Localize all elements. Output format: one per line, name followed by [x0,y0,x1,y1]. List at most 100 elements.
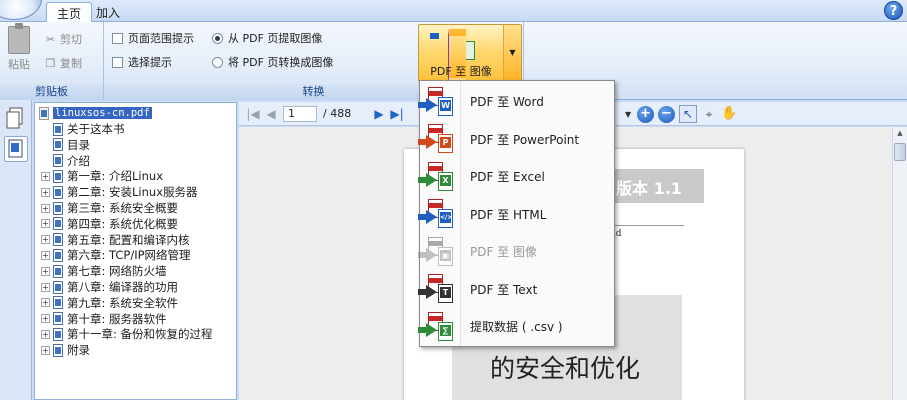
menu-item[interactable]: W PDF 至 Word [418,83,613,120]
tree-item[interactable]: + 第七章: 网络防火墙 [41,263,167,279]
expand-icon[interactable]: + [41,282,50,292]
expand-icon[interactable]: + [41,329,50,339]
scroll-up-icon[interactable]: ▲ [895,128,905,138]
menu-item-label: 提取数据 ( .csv ) [470,320,563,334]
tree-item[interactable]: + 第三章: 系统安全概要 [41,200,178,216]
extract-images-radio[interactable]: 从 PDF 页提取图像 [212,29,322,47]
bookmark-page-icon [53,217,63,231]
tree-item[interactable]: 介绍 [41,153,90,169]
help-icon[interactable]: ? [884,1,903,20]
tree-item-label: 第十一章: 备份和恢复的过程 [67,327,213,342]
vertical-scrollbar[interactable]: ▲ [892,127,907,400]
expand-icon[interactable]: + [41,203,50,213]
expand-icon[interactable]: + [41,235,50,245]
menu-item[interactable]: X PDF 至 Excel [418,158,613,195]
pdf-file-icon [39,106,49,120]
paste-button[interactable]: 粘贴 [4,23,34,78]
expand-icon[interactable]: + [41,187,50,197]
expand-icon[interactable]: + [41,266,50,276]
menu-item[interactable]: </> PDF 至 HTML [418,196,613,233]
page-number-input[interactable]: 1 [283,106,317,122]
tree-item[interactable]: + 第八章: 编译器的功用 [41,279,178,295]
last-page-icon[interactable]: ▶| [389,106,405,122]
tree-root[interactable]: linuxsos-cn.pdf [39,105,152,121]
tree-item[interactable]: + 第十章: 服务器软件 [41,311,167,327]
tree-item-label: 第一章: 介绍Linux [67,169,164,184]
cut-label: 剪切 [60,33,82,46]
clipboard-group: 粘贴 ✂ 剪切 ❐ 复制 剪贴板 [0,22,104,100]
expand-icon[interactable]: + [41,250,50,260]
hand-icon[interactable]: ✋ [721,106,737,122]
tree-item[interactable]: 关于这本书 [41,121,125,137]
tree-item[interactable]: + 第一章: 介绍Linux [41,168,163,184]
menu-item-label: PDF 至 Excel [470,170,545,184]
pdf-to-dropdown-menu: W PDF 至 Word P PDF 至 PowerPoint X PDF 至 Excel… [418,80,615,347]
page-total: / 488 [323,107,352,120]
checkbox-icon [112,56,123,68]
bookmark-page-icon [53,264,63,278]
paste-label: 粘贴 [8,58,30,71]
expand-icon[interactable]: + [41,314,50,324]
expand-icon[interactable]: + [41,298,50,308]
page-rule [604,225,684,226]
bookmark-page-icon [53,122,63,136]
expand-icon[interactable]: + [41,219,50,229]
tree-item-label: 第九章: 系统安全软件 [67,295,179,310]
pdf-to-text-icon: T [418,272,458,306]
first-page-icon[interactable]: |◀ [245,106,261,122]
snapshot-icon[interactable]: ⌖ [701,106,717,122]
tree-item-label: 第六章: TCP/IP网络管理 [67,248,191,263]
tree-item[interactable]: + 第九章: 系统安全软件 [41,295,178,311]
pdf-to-image-button[interactable]: PDF 至 图像 [419,25,503,85]
menu-item[interactable]: P PDF 至 PowerPoint [418,121,613,158]
menu-item-label: PDF 至 图像 [470,245,538,259]
select-hint-label: 选择提示 [128,56,172,69]
pages-panel-button[interactable] [4,106,28,132]
tree-item[interactable]: + 第二章: 安装Linux服务器 [41,184,198,200]
expand-icon[interactable]: + [41,171,50,181]
tree-item[interactable]: + 第六章: TCP/IP网络管理 [41,247,191,263]
bookmark-page-icon [53,343,63,357]
tree-item[interactable]: 目录 [41,137,90,153]
clipboard-icon [8,23,30,54]
bookmarks-panel-button[interactable] [4,136,28,162]
pdf-to-split-button[interactable]: PDF 至 图像 ▼ [418,24,522,85]
scrollbar-thumb[interactable] [894,143,906,161]
tree-item[interactable]: + 附录 [41,342,90,358]
menu-item[interactable]: T PDF 至 Text [418,271,613,308]
page-header-band: 文版本 1.1 [604,169,704,203]
zoom-out-icon[interactable]: − [658,105,675,123]
tree-item[interactable]: + 第四章: 系统优化概要 [41,216,178,232]
expand-icon[interactable]: + [41,345,50,355]
extract-images-label: 从 PDF 页提取图像 [228,32,323,45]
previous-page-icon[interactable]: ◀ [263,106,279,122]
tree-item-label: 关于这本书 [67,122,125,136]
tree-item[interactable]: + 第十一章: 备份和恢复的过程 [41,326,213,342]
scissors-icon: ✂ [45,32,56,46]
next-page-icon[interactable]: ▶ [371,106,387,122]
tree-item-label: 第三章: 系统安全概要 [67,201,179,215]
zoom-in-icon[interactable]: + [637,105,654,123]
menu-item[interactable]: ∑ 提取数据 ( .csv ) [418,308,613,345]
bookmark-page-icon [53,138,63,152]
zoom-dropdown-icon[interactable]: ▼ [625,110,633,119]
pdf-to-image-icon [430,29,476,85]
tree-item[interactable]: + 第五章: 配置和编译内核 [41,232,190,248]
tree-item-label: 第二章: 安装Linux服务器 [67,185,198,200]
page-range-hint-checkbox[interactable]: 页面范围提示 [112,29,194,47]
tab-add[interactable]: 加入 [86,2,130,22]
bookmark-page-icon [53,169,63,183]
cut-button[interactable]: ✂ 剪切 [44,30,82,48]
pdf-to-excel-icon: X [418,160,458,194]
menu-item-label: PDF 至 Text [470,282,538,297]
select-arrow-icon[interactable]: ↖ [679,105,697,123]
bookmark-page-icon [53,154,63,168]
application-menu-button[interactable] [0,0,42,20]
chevron-down-icon[interactable]: ▼ [503,25,521,81]
tree-item-label: 介绍 [67,153,90,168]
copy-button[interactable]: ❐ 复制 [44,54,82,72]
select-hint-checkbox[interactable]: 选择提示 [112,53,172,71]
radio-icon [212,56,223,68]
convert-to-image-radio[interactable]: 将 PDF 页转换成图像 [212,53,333,71]
